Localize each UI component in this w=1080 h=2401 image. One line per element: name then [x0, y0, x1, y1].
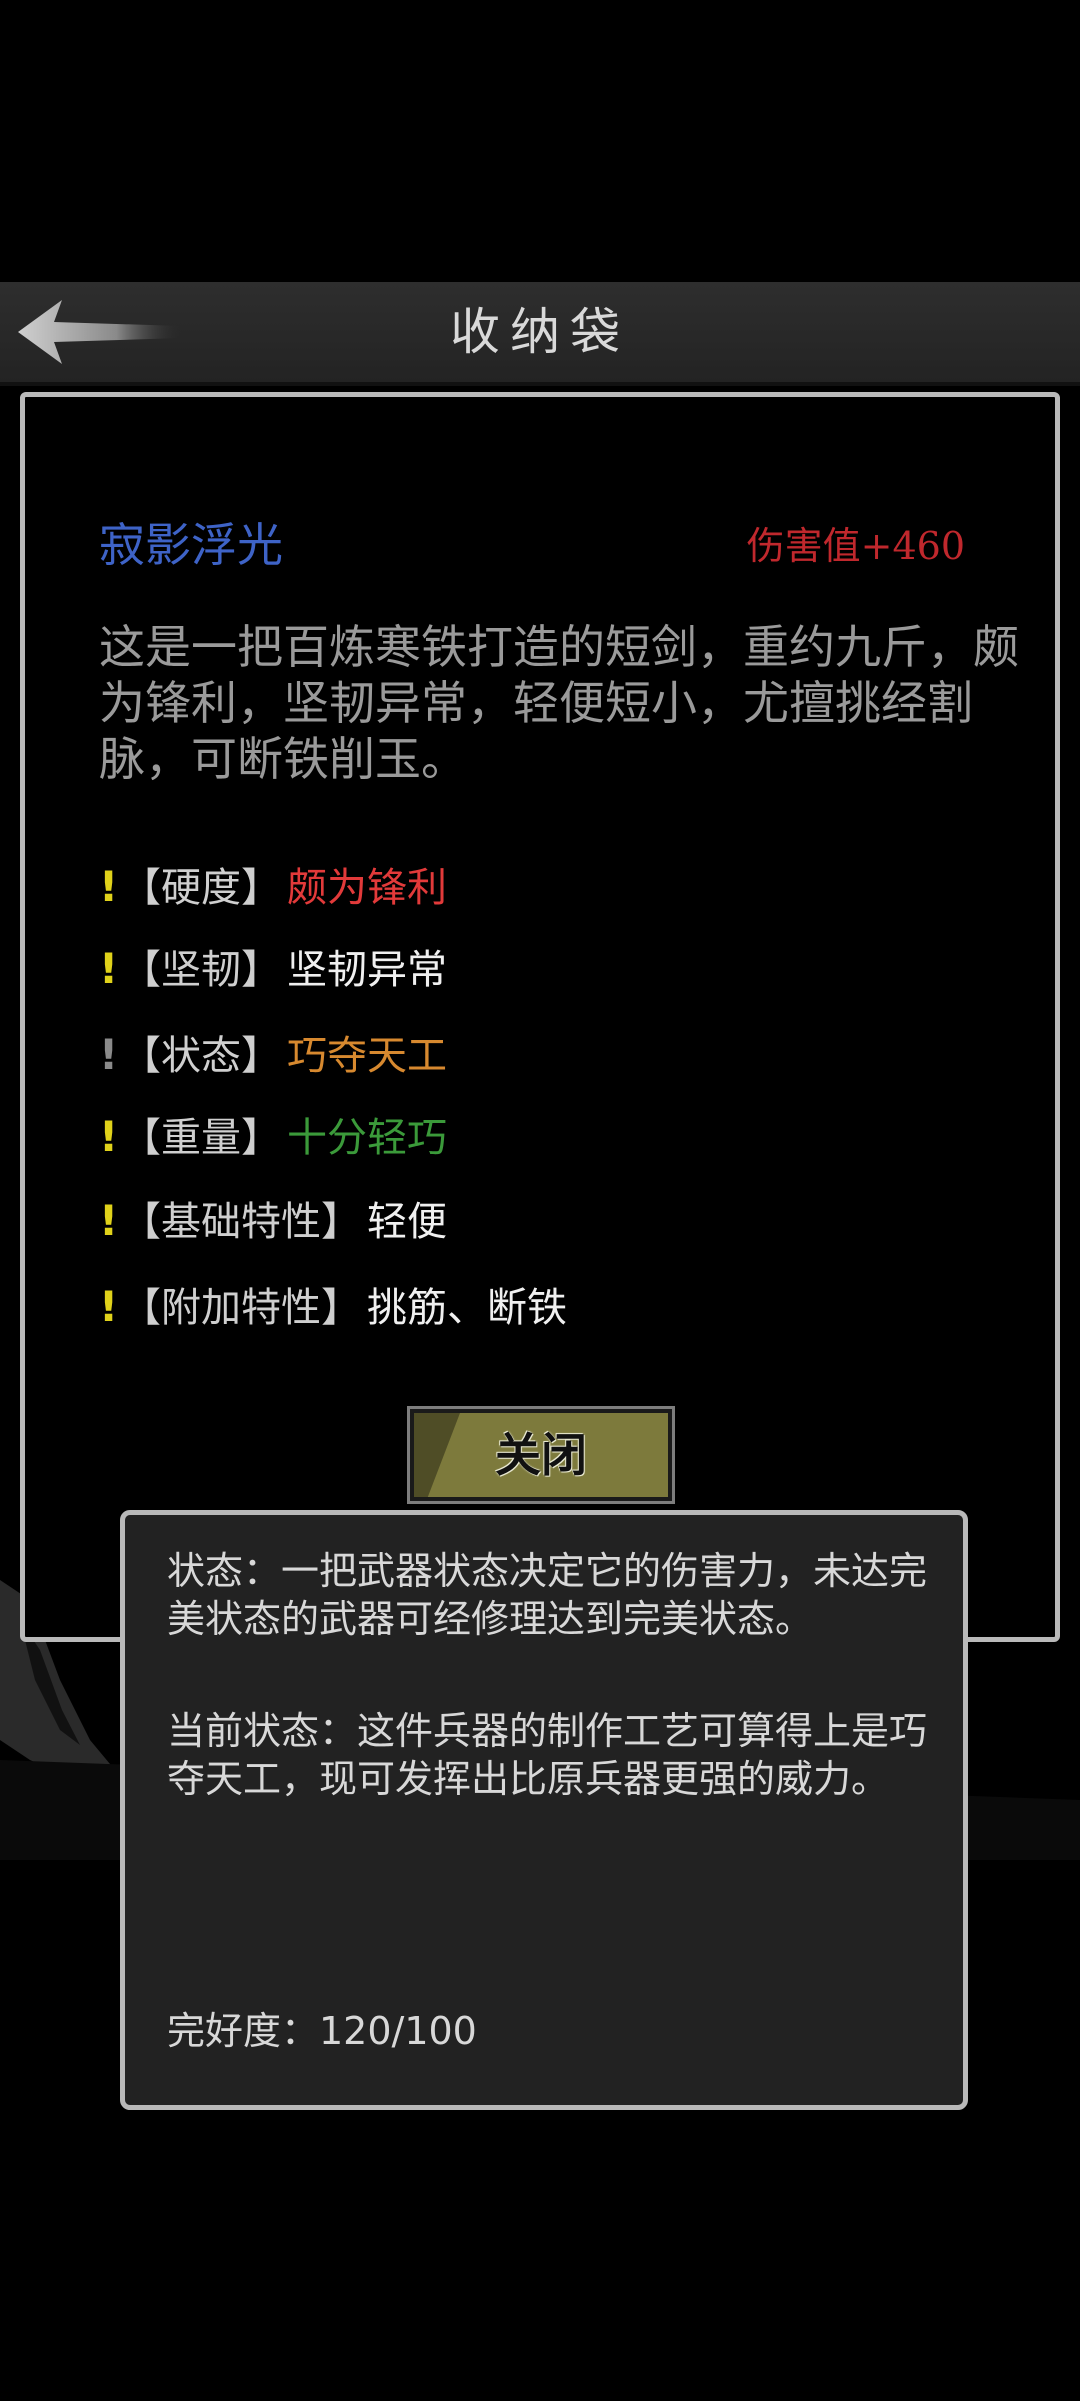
- attribute-value: 颇为锋利: [287, 865, 447, 911]
- state-tooltip: 状态：一把武器状态决定它的伤害力，未达完美状态的武器可经修理达到完美状态。 当前…: [120, 1510, 968, 2110]
- page-title: 收纳袋: [450, 303, 630, 361]
- tooltip-state-description: 状态：一把武器状态决定它的伤害力，未达完美状态的武器可经修理达到完美状态。: [167, 1549, 928, 1641]
- attribute-value: 巧夺天工: [287, 1033, 447, 1079]
- attribute-value: 轻便: [367, 1199, 447, 1245]
- tooltip-durability: 完好度：120/100: [167, 2009, 477, 2053]
- exclamation-icon: !: [99, 1112, 119, 1161]
- close-button[interactable]: 关闭: [407, 1406, 675, 1504]
- attribute-value: 挑筋、断铁: [367, 1285, 567, 1331]
- exclamation-icon: !: [99, 1282, 119, 1331]
- attribute-row-hardness: !【硬度】 颇为锋利: [99, 859, 447, 915]
- exclamation-icon: !: [99, 944, 119, 993]
- attribute-value: 十分轻巧: [287, 1115, 447, 1161]
- attribute-row-extra-trait: !【附加特性】 挑筋、断铁: [99, 1279, 567, 1335]
- attribute-key: 【附加特性】: [121, 1285, 361, 1331]
- attribute-key: 【基础特性】: [121, 1199, 361, 1245]
- exclamation-icon: !: [99, 1196, 119, 1245]
- attribute-row-state[interactable]: !【状态】 巧夺天工: [99, 1027, 447, 1083]
- tooltip-current-state: 当前状态：这件兵器的制作工艺可算得上是巧夺天工，现可发挥出比原兵器更强的威力。: [167, 1709, 928, 1801]
- exclamation-icon: !: [99, 862, 119, 911]
- item-name: 寂影浮光: [99, 518, 283, 572]
- item-detail-panel: 寂影浮光 伤害值+460 这是一把百炼寒铁打造的短剑，重约九斤，颇为锋利，坚韧异…: [20, 392, 1060, 1642]
- attribute-key: 【重量】: [121, 1115, 281, 1161]
- attribute-key: 【状态】: [121, 1033, 281, 1079]
- close-button-label: 关闭: [495, 1428, 587, 1482]
- top-bar: 收纳袋: [0, 282, 1080, 386]
- attribute-row-base-trait: !【基础特性】 轻便: [99, 1193, 447, 1249]
- attribute-key: 【坚韧】: [121, 947, 281, 993]
- attribute-value: 坚韧异常: [287, 947, 447, 993]
- damage-value: 伤害值+460: [746, 524, 965, 568]
- game-screen: 收纳袋 寂影浮光 伤害值+460 这是一把百炼寒铁打造的短剑，重约九斤，颇为锋利…: [0, 0, 1080, 2401]
- exclamation-icon: !: [99, 1030, 119, 1079]
- item-description: 这是一把百炼寒铁打造的短剑，重约九斤，颇为锋利，坚韧异常，轻便短小，尤擅挑经割脉…: [99, 620, 1019, 786]
- attribute-row-weight: !【重量】 十分轻巧: [99, 1109, 447, 1165]
- attribute-row-toughness: !【坚韧】 坚韧异常: [99, 941, 447, 997]
- attribute-key: 【硬度】: [121, 865, 281, 911]
